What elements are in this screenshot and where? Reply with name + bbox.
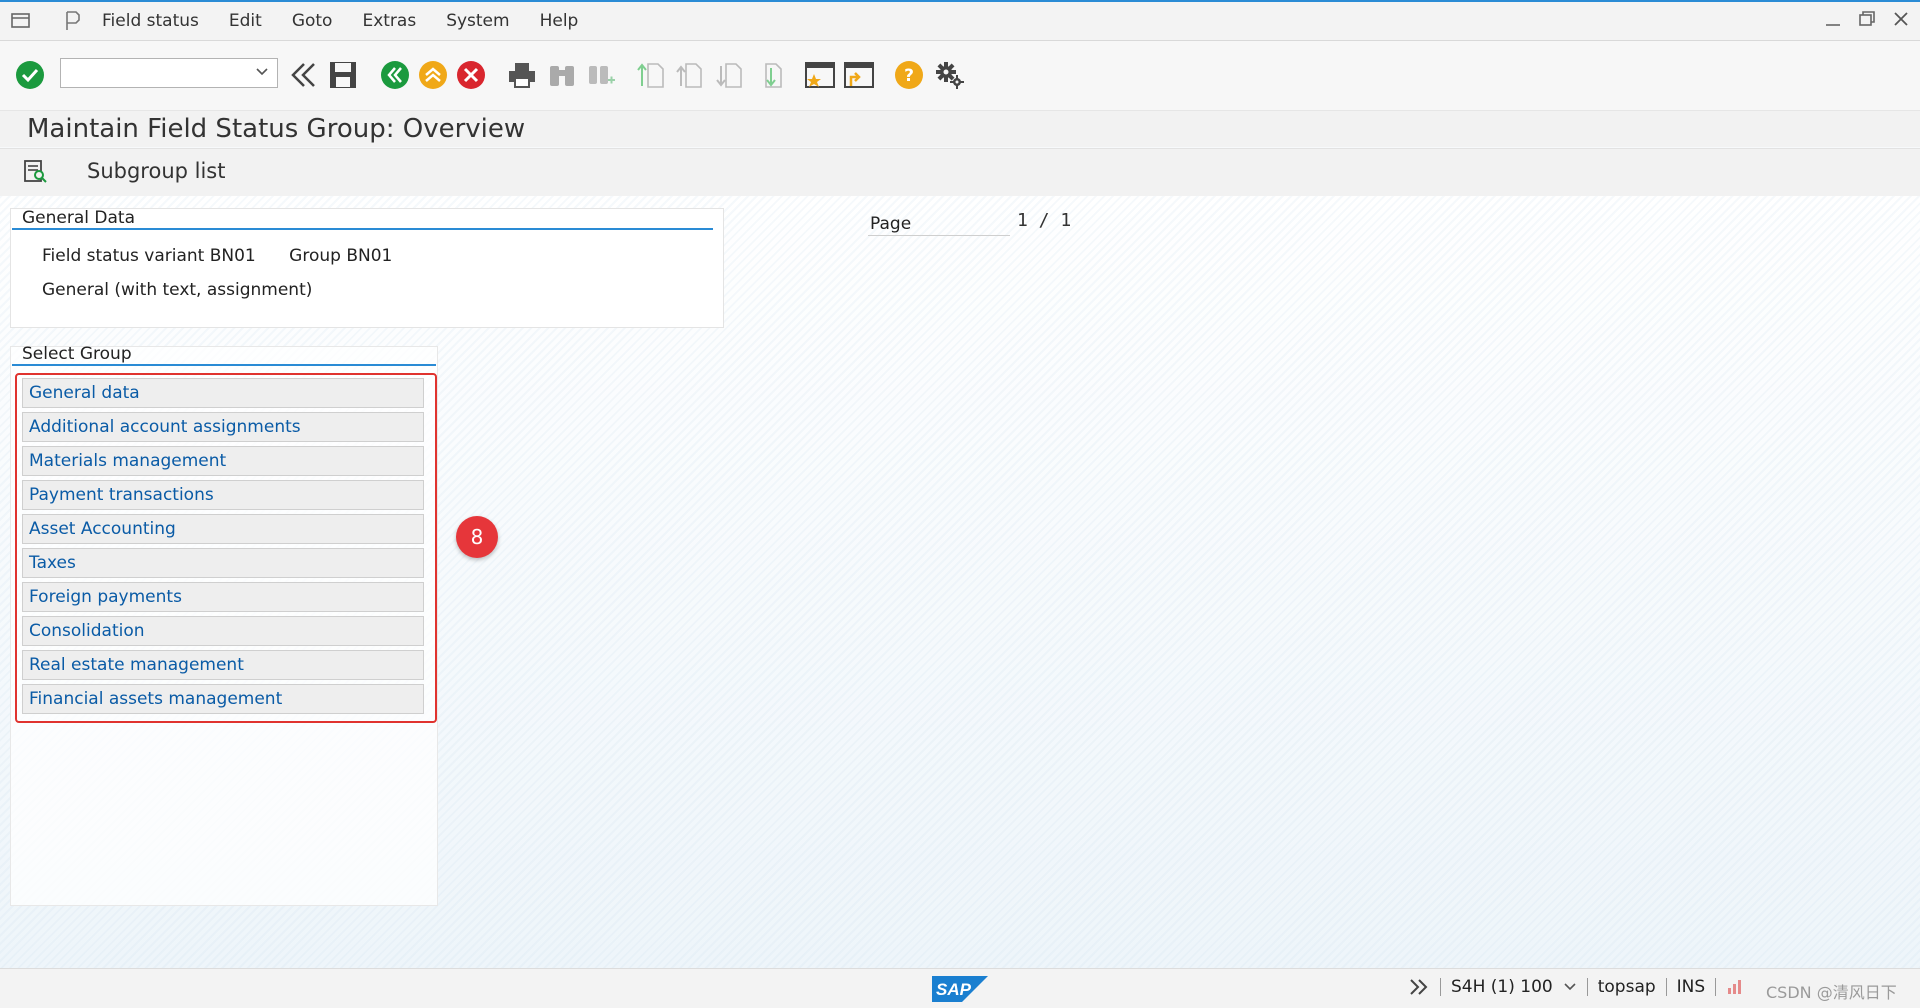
status-separator — [1665, 978, 1667, 996]
expand-status-icon[interactable] — [1408, 977, 1430, 997]
enter-icon[interactable] — [15, 60, 45, 90]
field-status-variant: Field status variant BN01 — [42, 246, 256, 266]
status-separator — [1715, 978, 1717, 996]
new-session-icon[interactable] — [804, 60, 836, 90]
find-next-icon[interactable] — [586, 60, 616, 90]
settings-icon[interactable] — [934, 60, 964, 90]
window-controls — [1824, 10, 1910, 28]
page-title: Maintain Field Status Group: Overview — [27, 114, 526, 144]
back-icon[interactable] — [380, 60, 410, 90]
menu-edit[interactable]: Edit — [229, 11, 262, 31]
chevron-down-icon[interactable] — [255, 65, 269, 79]
select-group-heading: Select Group — [12, 344, 436, 366]
sap-logo-text: SAP — [936, 980, 972, 999]
menu-system[interactable]: System — [446, 11, 509, 31]
status-bar: SAP S4H (1) 100 topsap INS CSDN @清风日下 — [0, 968, 1920, 1008]
status-separator — [1586, 978, 1588, 996]
watermark: CSDN @清风日下 — [1766, 983, 1897, 1002]
page-label: Page — [868, 212, 1010, 236]
shortcut-icon[interactable] — [843, 60, 875, 90]
menu-help[interactable]: Help — [540, 11, 579, 31]
first-page-icon[interactable] — [636, 60, 666, 90]
application-toolbar: Subgroup list — [0, 148, 1920, 197]
insert-mode: INS — [1676, 977, 1706, 997]
restore-icon[interactable] — [1858, 10, 1876, 28]
system-info: S4H (1) 100 — [1451, 977, 1553, 997]
general-data-ids: Field status variant BN01 Group BN01 — [42, 246, 420, 266]
prev-page-icon[interactable] — [676, 60, 706, 90]
cancel-icon[interactable] — [456, 60, 486, 90]
highlight-box — [15, 373, 437, 723]
print-icon[interactable] — [507, 60, 537, 90]
field-status-group: Group BN01 — [289, 246, 393, 266]
exit-icon[interactable] — [418, 60, 448, 90]
command-field[interactable] — [60, 58, 278, 88]
last-page-icon[interactable] — [756, 60, 786, 90]
app-menu-icon[interactable] — [10, 10, 32, 32]
title-bar: Maintain Field Status Group: Overview — [0, 111, 1920, 147]
help-icon[interactable]: ? — [894, 60, 924, 90]
performance-icon — [1728, 980, 1742, 994]
back-double-icon[interactable] — [288, 60, 318, 90]
minimize-icon[interactable] — [1824, 10, 1842, 28]
subgroup-list-icon[interactable] — [22, 159, 48, 185]
standard-toolbar: ? — [0, 41, 1920, 111]
status-info: S4H (1) 100 topsap INS — [1408, 977, 1744, 997]
status-separator — [1440, 978, 1441, 996]
svg-text:?: ? — [904, 66, 914, 86]
menu-extras[interactable]: Extras — [362, 11, 416, 31]
menu-field-status[interactable]: Field status — [102, 11, 199, 31]
main-content: General Data Field status variant BN01 G… — [0, 196, 1920, 968]
find-icon[interactable] — [547, 60, 577, 90]
general-data-heading: General Data — [12, 208, 713, 230]
chevron-down-icon[interactable] — [1563, 980, 1577, 994]
menu-goto[interactable]: Goto — [292, 11, 333, 31]
page-number: 1 / 1 — [1017, 210, 1072, 231]
save-icon[interactable] — [328, 60, 358, 90]
sap-logo: SAP — [932, 976, 988, 1002]
user-name: topsap — [1597, 977, 1656, 997]
group-description: General (with text, assignment) — [42, 280, 313, 300]
subgroup-list-button[interactable]: Subgroup list — [87, 159, 225, 183]
step-badge: 8 — [456, 516, 498, 558]
next-page-icon[interactable] — [716, 60, 746, 90]
menu-bar: Field status Edit Goto Extras System Hel… — [0, 2, 1920, 41]
customize-layout-icon[interactable] — [62, 10, 84, 32]
close-icon[interactable] — [1892, 10, 1910, 28]
